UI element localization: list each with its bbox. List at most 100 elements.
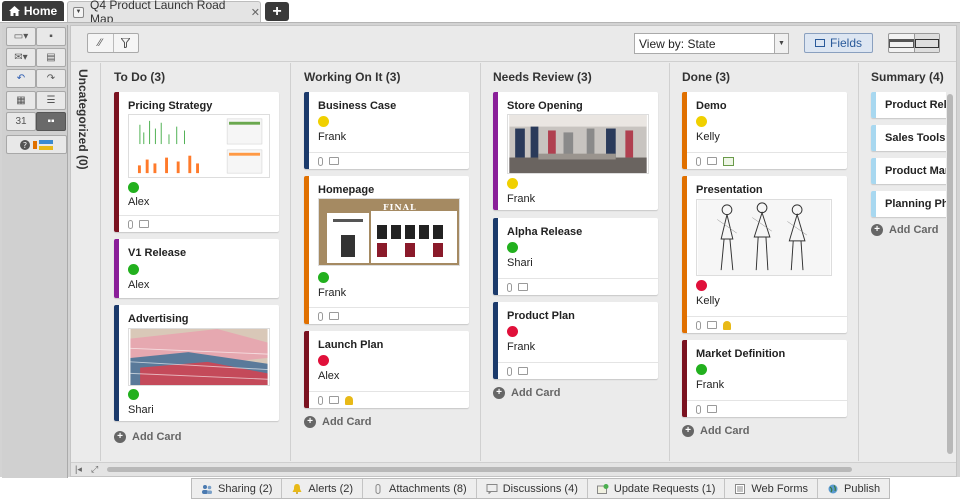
- card-demo[interactable]: Demo Kelly: [682, 92, 847, 169]
- card-footer: [687, 400, 847, 417]
- add-card-button[interactable]: + Add Card: [682, 425, 750, 437]
- card-summary-1[interactable]: Product Rele: [871, 92, 946, 118]
- paperclip-icon[interactable]: [128, 219, 133, 229]
- card-summary-2[interactable]: Sales Tools: [871, 125, 946, 151]
- alerts-button[interactable]: Alerts (2): [282, 479, 364, 498]
- card-title: Product Marl: [885, 165, 946, 177]
- card-owner: Kelly: [696, 131, 720, 143]
- card-product-plan[interactable]: Product Plan Frank: [493, 302, 658, 379]
- add-card-button[interactable]: + Add Card: [871, 224, 939, 236]
- add-card-button[interactable]: + Add Card: [114, 431, 182, 443]
- discussions-button[interactable]: Discussions (4): [477, 479, 588, 498]
- attachments-button[interactable]: Attachments (8): [363, 479, 477, 498]
- card-summary-4[interactable]: Planning Pha: [871, 191, 946, 217]
- add-card-button[interactable]: + Add Card: [304, 416, 372, 428]
- paperclip-icon[interactable]: [696, 320, 701, 330]
- calendar-view-icon[interactable]: 31: [6, 112, 36, 131]
- card-title: Store Opening: [507, 100, 583, 112]
- paperclip-icon[interactable]: [318, 311, 323, 321]
- paperclip-icon[interactable]: [318, 395, 323, 405]
- column-to-do: To Do (3) Pricing Strategy Alex V1 Relea…: [102, 63, 291, 461]
- paperclip-icon[interactable]: [318, 156, 323, 166]
- print-icon[interactable]: ▤: [36, 48, 66, 67]
- card-summary-3[interactable]: Product Marl: [871, 158, 946, 184]
- email-icon[interactable]: ✉▾: [6, 48, 36, 67]
- save-icon[interactable]: ▪: [36, 27, 66, 46]
- sharing-label: Sharing (2): [218, 482, 273, 495]
- help-legend-icon[interactable]: ?: [6, 135, 67, 154]
- compact-cards-button[interactable]: [889, 34, 914, 52]
- add-card-button[interactable]: + Add Card: [493, 387, 561, 399]
- collapse-left-icon[interactable]: |◂: [75, 464, 82, 475]
- tab-home[interactable]: Home: [2, 1, 64, 21]
- comment-icon[interactable]: [329, 396, 339, 404]
- fields-button[interactable]: Fields: [804, 33, 873, 53]
- card-view-icon[interactable]: ▪▪: [36, 112, 66, 131]
- clear-filter-icon[interactable]: ⁄⁄: [88, 34, 113, 52]
- card-store-opening[interactable]: Store Opening Frank: [493, 92, 658, 210]
- update-requests-button[interactable]: Update Requests (1): [588, 479, 726, 498]
- card-title: Sales Tools: [885, 132, 946, 144]
- card-alpha-release[interactable]: Alpha Release Shari: [493, 218, 658, 295]
- card-presentation[interactable]: Presentation Kelly: [682, 176, 847, 333]
- uncategorized-lane[interactable]: Uncategorized (0): [71, 63, 101, 461]
- add-card-label: Add Card: [511, 387, 561, 399]
- card-footer: [119, 215, 279, 232]
- comment-icon[interactable]: [329, 157, 339, 165]
- view-by-select[interactable]: View by: State ▼: [634, 33, 789, 54]
- card-market-definition[interactable]: Market Definition Frank: [682, 340, 847, 417]
- card-owner: Frank: [318, 287, 347, 299]
- comment-icon[interactable]: [707, 405, 717, 413]
- grid-view-icon[interactable]: ▦: [6, 91, 36, 110]
- card-v1-release[interactable]: V1 Release Alex: [114, 239, 279, 298]
- add-tab-button[interactable]: +: [265, 2, 289, 21]
- comment-icon[interactable]: [518, 367, 528, 375]
- bell-icon[interactable]: [345, 395, 353, 405]
- gantt-view-icon[interactable]: ☰: [36, 91, 66, 110]
- paperclip-icon[interactable]: [696, 156, 701, 166]
- new-sheet-icon[interactable]: ▭▾: [6, 27, 36, 46]
- comment-icon[interactable]: [518, 283, 528, 291]
- card-footer: [309, 152, 469, 169]
- tab-document[interactable]: ▼ Q4 Product Launch Road Map ✕: [67, 0, 261, 26]
- card-stripe: [114, 305, 119, 421]
- web-forms-button[interactable]: Web Forms: [725, 479, 819, 498]
- paperclip-icon[interactable]: [507, 366, 512, 376]
- card-owner: Alex: [128, 196, 150, 208]
- comment-icon[interactable]: [139, 220, 149, 228]
- card-stripe: [114, 239, 119, 298]
- full-cards-button[interactable]: [913, 34, 939, 52]
- column-summary: Summary (4) Product Rele Sales Tools Pro…: [859, 63, 946, 461]
- card-title: Launch Plan: [318, 339, 384, 351]
- card-advertising[interactable]: Advertising Shari: [114, 305, 279, 421]
- card-homepage[interactable]: Homepage FINAL Frank: [304, 176, 469, 324]
- card-footer: [309, 307, 469, 324]
- card-business-case[interactable]: Business Case Frank: [304, 92, 469, 169]
- alerts-label: Alerts (2): [308, 482, 354, 495]
- tab-menu-icon[interactable]: ▼: [73, 6, 85, 18]
- comment-icon[interactable]: [707, 321, 717, 329]
- comment-icon[interactable]: [707, 157, 717, 165]
- publish-button[interactable]: Publish: [818, 479, 889, 498]
- paperclip-icon[interactable]: [696, 404, 701, 414]
- paperclip-icon[interactable]: [507, 282, 512, 292]
- expand-icon[interactable]: ⤢: [91, 464, 98, 475]
- full-cards-icon: [914, 38, 939, 48]
- undo-icon[interactable]: ↶: [6, 69, 36, 88]
- card-launch-plan[interactable]: Launch Plan Alex: [304, 331, 469, 408]
- bell-icon[interactable]: [723, 320, 731, 330]
- uncategorized-label: Uncategorized (0): [76, 69, 90, 170]
- close-icon[interactable]: ✕: [251, 6, 260, 19]
- scroll-thumb[interactable]: [107, 467, 852, 472]
- tool-palette: ▭▾ ▪ ✉▾ ▤ ↶ ↷ ▦ ☰ 31 ▪▪ ?: [2, 25, 68, 478]
- card-stripe: [114, 92, 119, 232]
- card-pricing-strategy[interactable]: Pricing Strategy Alex: [114, 92, 279, 232]
- comment-icon[interactable]: [329, 312, 339, 320]
- magazines-image: [128, 328, 270, 386]
- filter-icon[interactable]: [112, 34, 139, 52]
- vertical-scrollbar[interactable]: [947, 94, 953, 454]
- chevron-down-icon[interactable]: ▼: [774, 34, 788, 53]
- sharing-button[interactable]: Sharing (2): [192, 479, 283, 498]
- update-request-icon[interactable]: [723, 156, 734, 166]
- redo-icon[interactable]: ↷: [36, 69, 66, 88]
